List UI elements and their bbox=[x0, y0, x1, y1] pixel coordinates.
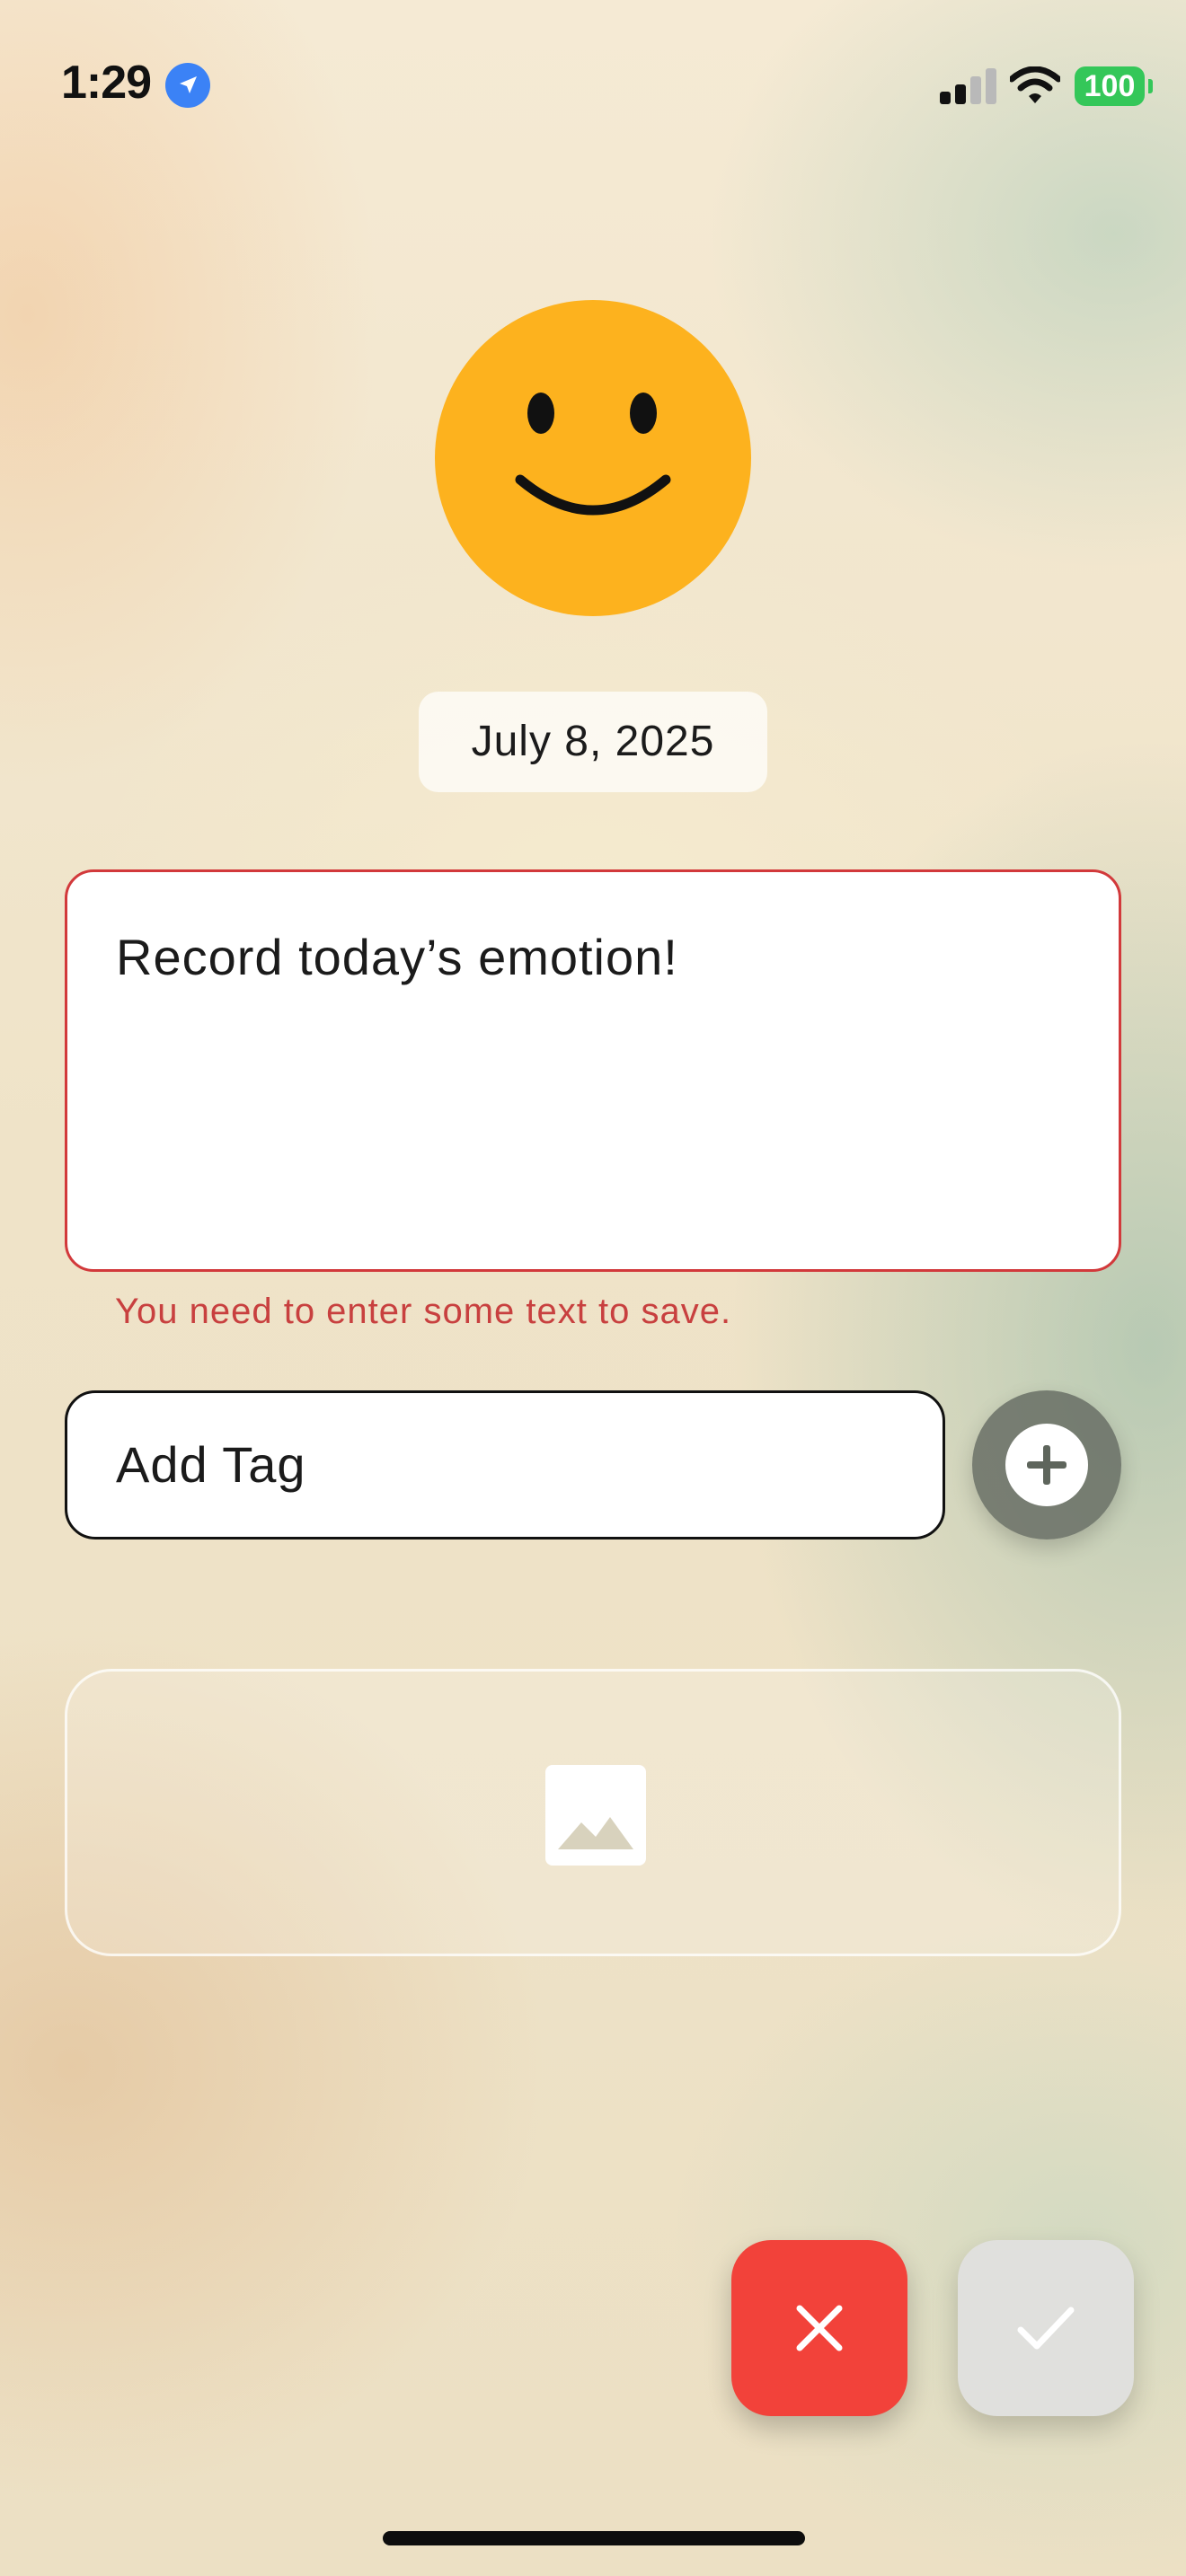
cellular-signal-icon bbox=[940, 68, 997, 104]
date-selector[interactable]: July 8, 2025 bbox=[419, 692, 767, 792]
battery-icon: 100 bbox=[1075, 66, 1145, 106]
status-time: 1:29 bbox=[61, 57, 152, 109]
validation-error-message: You need to enter some text to save. bbox=[115, 1292, 732, 1331]
emotion-placeholder: Record today’s emotion! bbox=[116, 929, 678, 985]
image-icon bbox=[545, 1765, 646, 1866]
close-icon bbox=[796, 2305, 843, 2351]
add-tag-button[interactable] bbox=[972, 1390, 1121, 1539]
cancel-button[interactable] bbox=[731, 2240, 907, 2416]
add-tag-input[interactable]: Add Tag bbox=[65, 1390, 945, 1539]
battery-tip bbox=[1148, 79, 1153, 93]
location-arrow-icon bbox=[165, 63, 210, 108]
status-bar: 1:29 100 bbox=[0, 0, 1186, 171]
home-indicator[interactable] bbox=[383, 2531, 805, 2545]
checkmark-icon bbox=[1017, 2307, 1075, 2350]
smiley-face-icon[interactable] bbox=[435, 300, 751, 616]
plus-circle-icon bbox=[1005, 1424, 1088, 1506]
image-picker[interactable] bbox=[65, 1669, 1121, 1956]
wifi-icon bbox=[1008, 66, 1062, 106]
save-button[interactable] bbox=[958, 2240, 1134, 2416]
emotion-text-input[interactable]: Record today’s emotion! bbox=[65, 869, 1121, 1272]
